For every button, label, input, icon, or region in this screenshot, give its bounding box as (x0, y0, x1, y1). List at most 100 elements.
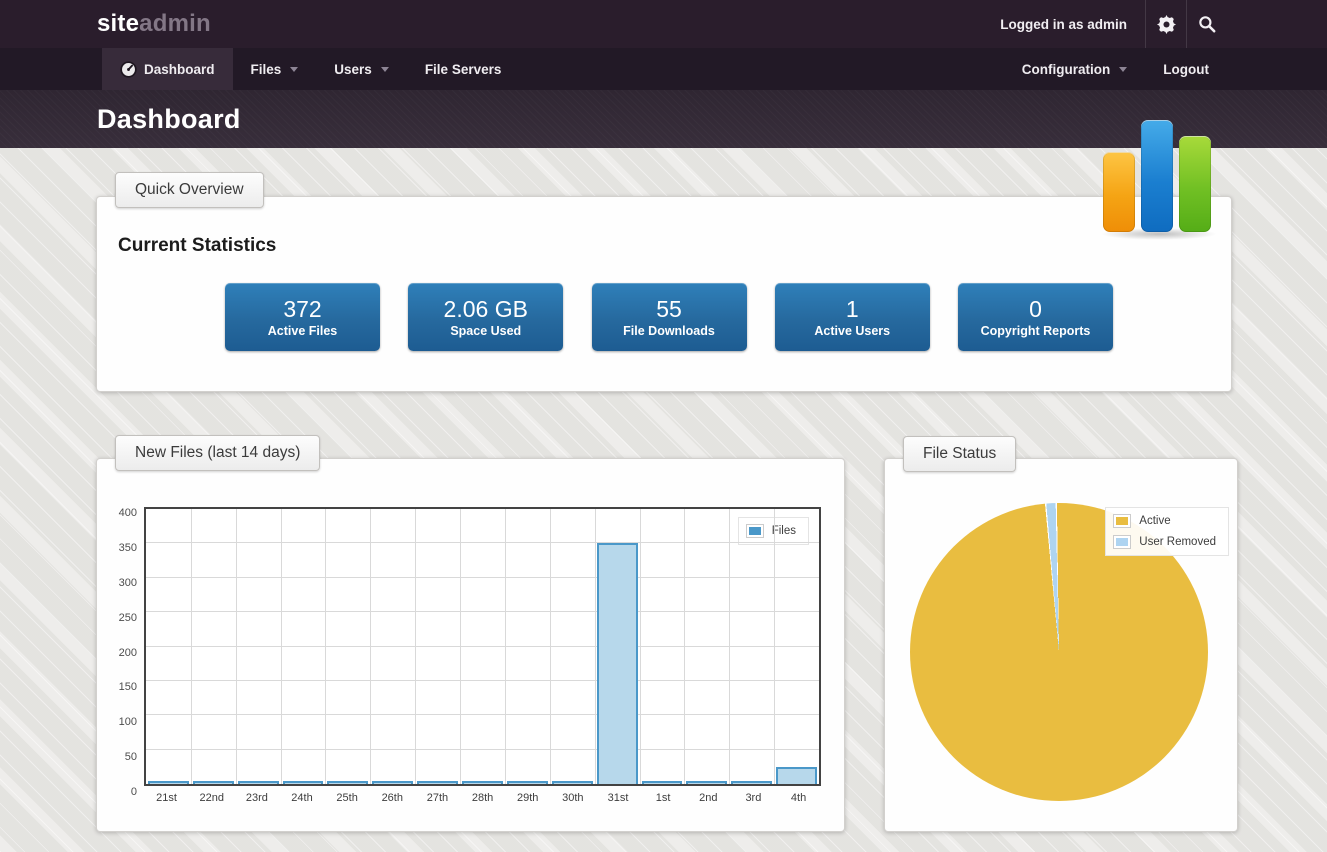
v-gridline (415, 509, 416, 784)
bar-28th (462, 781, 503, 784)
nav-right: Configuration Logout (1004, 48, 1227, 90)
file-status-panel: File Status Active User Removed (884, 458, 1238, 832)
page-title: Dashboard (97, 104, 241, 135)
files-legend-label: Files (772, 525, 796, 537)
bar-26th (372, 781, 413, 784)
bar-29th (507, 781, 548, 784)
nav-item-files[interactable]: Files (233, 48, 317, 90)
chevron-down-icon (381, 67, 389, 72)
legend-row-user-removed: User Removed (1114, 536, 1216, 548)
x-tick-label: 30th (550, 792, 595, 808)
legend-row-files: Files (747, 525, 796, 537)
files-legend-swatch (747, 525, 763, 537)
x-tick-label: 4th (776, 792, 821, 808)
nav-item-logout[interactable]: Logout (1145, 48, 1227, 90)
stat-label: File Downloads (592, 324, 747, 338)
new-files-tab[interactable]: New Files (last 14 days) (115, 435, 320, 471)
v-gridline (370, 509, 371, 784)
v-gridline (684, 509, 685, 784)
h-gridline (146, 680, 819, 681)
page: siteadmin Logged in as admin (0, 0, 1327, 852)
y-tick-label: 300 (119, 577, 137, 589)
bar-23rd (238, 781, 279, 784)
x-tick-label: 25th (325, 792, 370, 808)
pie-legend-swatch-removed (1114, 536, 1130, 548)
y-tick-label: 50 (125, 751, 137, 763)
pie-legend-label-active: Active (1139, 515, 1170, 527)
x-tick-label: 2nd (686, 792, 731, 808)
bar-21st (148, 781, 189, 784)
stat-value: 2.06 GB (408, 297, 563, 321)
stat-active-users[interactable]: 1 Active Users (775, 283, 930, 351)
stat-value: 55 (592, 297, 747, 321)
search-button[interactable] (1187, 0, 1227, 48)
bar-chart-logo-icon (1103, 120, 1215, 234)
nav-item-label: File Servers (425, 62, 502, 77)
bar-22nd (193, 781, 234, 784)
v-gridline (505, 509, 506, 784)
bar-chart-y-axis: 050100150200250300350400 (97, 507, 137, 786)
logo-bar-green (1179, 136, 1211, 232)
stats-row: 372 Active Files 2.06 GB Space Used 55 F… (225, 283, 1113, 351)
bar-1st (642, 781, 683, 784)
v-gridline (325, 509, 326, 784)
h-gridline (146, 714, 819, 715)
nav-item-label: Configuration (1022, 62, 1110, 77)
x-tick-label: 23rd (234, 792, 279, 808)
bar-27th (417, 781, 458, 784)
nav-item-label: Dashboard (144, 62, 215, 77)
gear-icon (1157, 15, 1176, 34)
x-tick-label: 22nd (189, 792, 234, 808)
nav-item-label: Files (251, 62, 282, 77)
stat-space-used[interactable]: 2.06 GB Space Used (408, 283, 563, 351)
bar-2nd (686, 781, 727, 784)
new-files-panel: 050100150200250300350400 Files 21st22nd2… (96, 458, 845, 832)
logo-bar-blue (1141, 120, 1173, 232)
stat-value: 372 (225, 297, 380, 321)
stat-value: 1 (775, 297, 930, 321)
quick-overview-tab[interactable]: Quick Overview (115, 172, 264, 208)
topbar: siteadmin Logged in as admin (0, 0, 1327, 48)
nav-item-users[interactable]: Users (316, 48, 407, 90)
bar-chart-plot: Files (144, 507, 821, 786)
stat-file-downloads[interactable]: 55 File Downloads (592, 283, 747, 351)
x-tick-label: 29th (505, 792, 550, 808)
bar-31st (597, 543, 638, 784)
search-icon (1198, 15, 1216, 33)
brand-site-text: site (97, 10, 139, 37)
pie-legend-swatch-active (1114, 515, 1130, 527)
v-gridline (281, 509, 282, 784)
stat-copyright-reports[interactable]: 0 Copyright Reports (958, 283, 1113, 351)
y-tick-label: 200 (119, 647, 137, 659)
bar-30th (552, 781, 593, 784)
brand-admin-text: admin (139, 10, 211, 37)
h-gridline (146, 749, 819, 750)
nav-item-file-servers[interactable]: File Servers (407, 48, 520, 90)
y-tick-label: 100 (119, 716, 137, 728)
x-tick-label: 28th (460, 792, 505, 808)
file-status-tab[interactable]: File Status (903, 436, 1016, 472)
v-gridline (460, 509, 461, 784)
settings-button[interactable] (1146, 0, 1186, 48)
stat-value: 0 (958, 297, 1113, 321)
stat-active-files[interactable]: 372 Active Files (225, 283, 380, 351)
v-gridline (550, 509, 551, 784)
brand-logo[interactable]: siteadmin (97, 10, 211, 38)
stat-label: Space Used (408, 324, 563, 338)
x-tick-label: 24th (279, 792, 324, 808)
v-gridline (774, 509, 775, 784)
nav-item-configuration[interactable]: Configuration (1004, 48, 1145, 90)
h-gridline (146, 646, 819, 647)
nav-item-dashboard[interactable]: Dashboard (102, 48, 233, 90)
v-gridline (595, 509, 596, 784)
nav-item-label: Users (334, 62, 372, 77)
y-tick-label: 400 (119, 507, 137, 519)
pie-legend-label-removed: User Removed (1139, 536, 1216, 548)
logo-bar-orange (1103, 152, 1135, 232)
y-tick-label: 350 (119, 542, 137, 554)
stat-label: Active Users (775, 324, 930, 338)
legend-row-active: Active (1114, 515, 1216, 527)
x-tick-label: 31st (595, 792, 640, 808)
chevron-down-icon (1119, 67, 1127, 72)
v-gridline (729, 509, 730, 784)
